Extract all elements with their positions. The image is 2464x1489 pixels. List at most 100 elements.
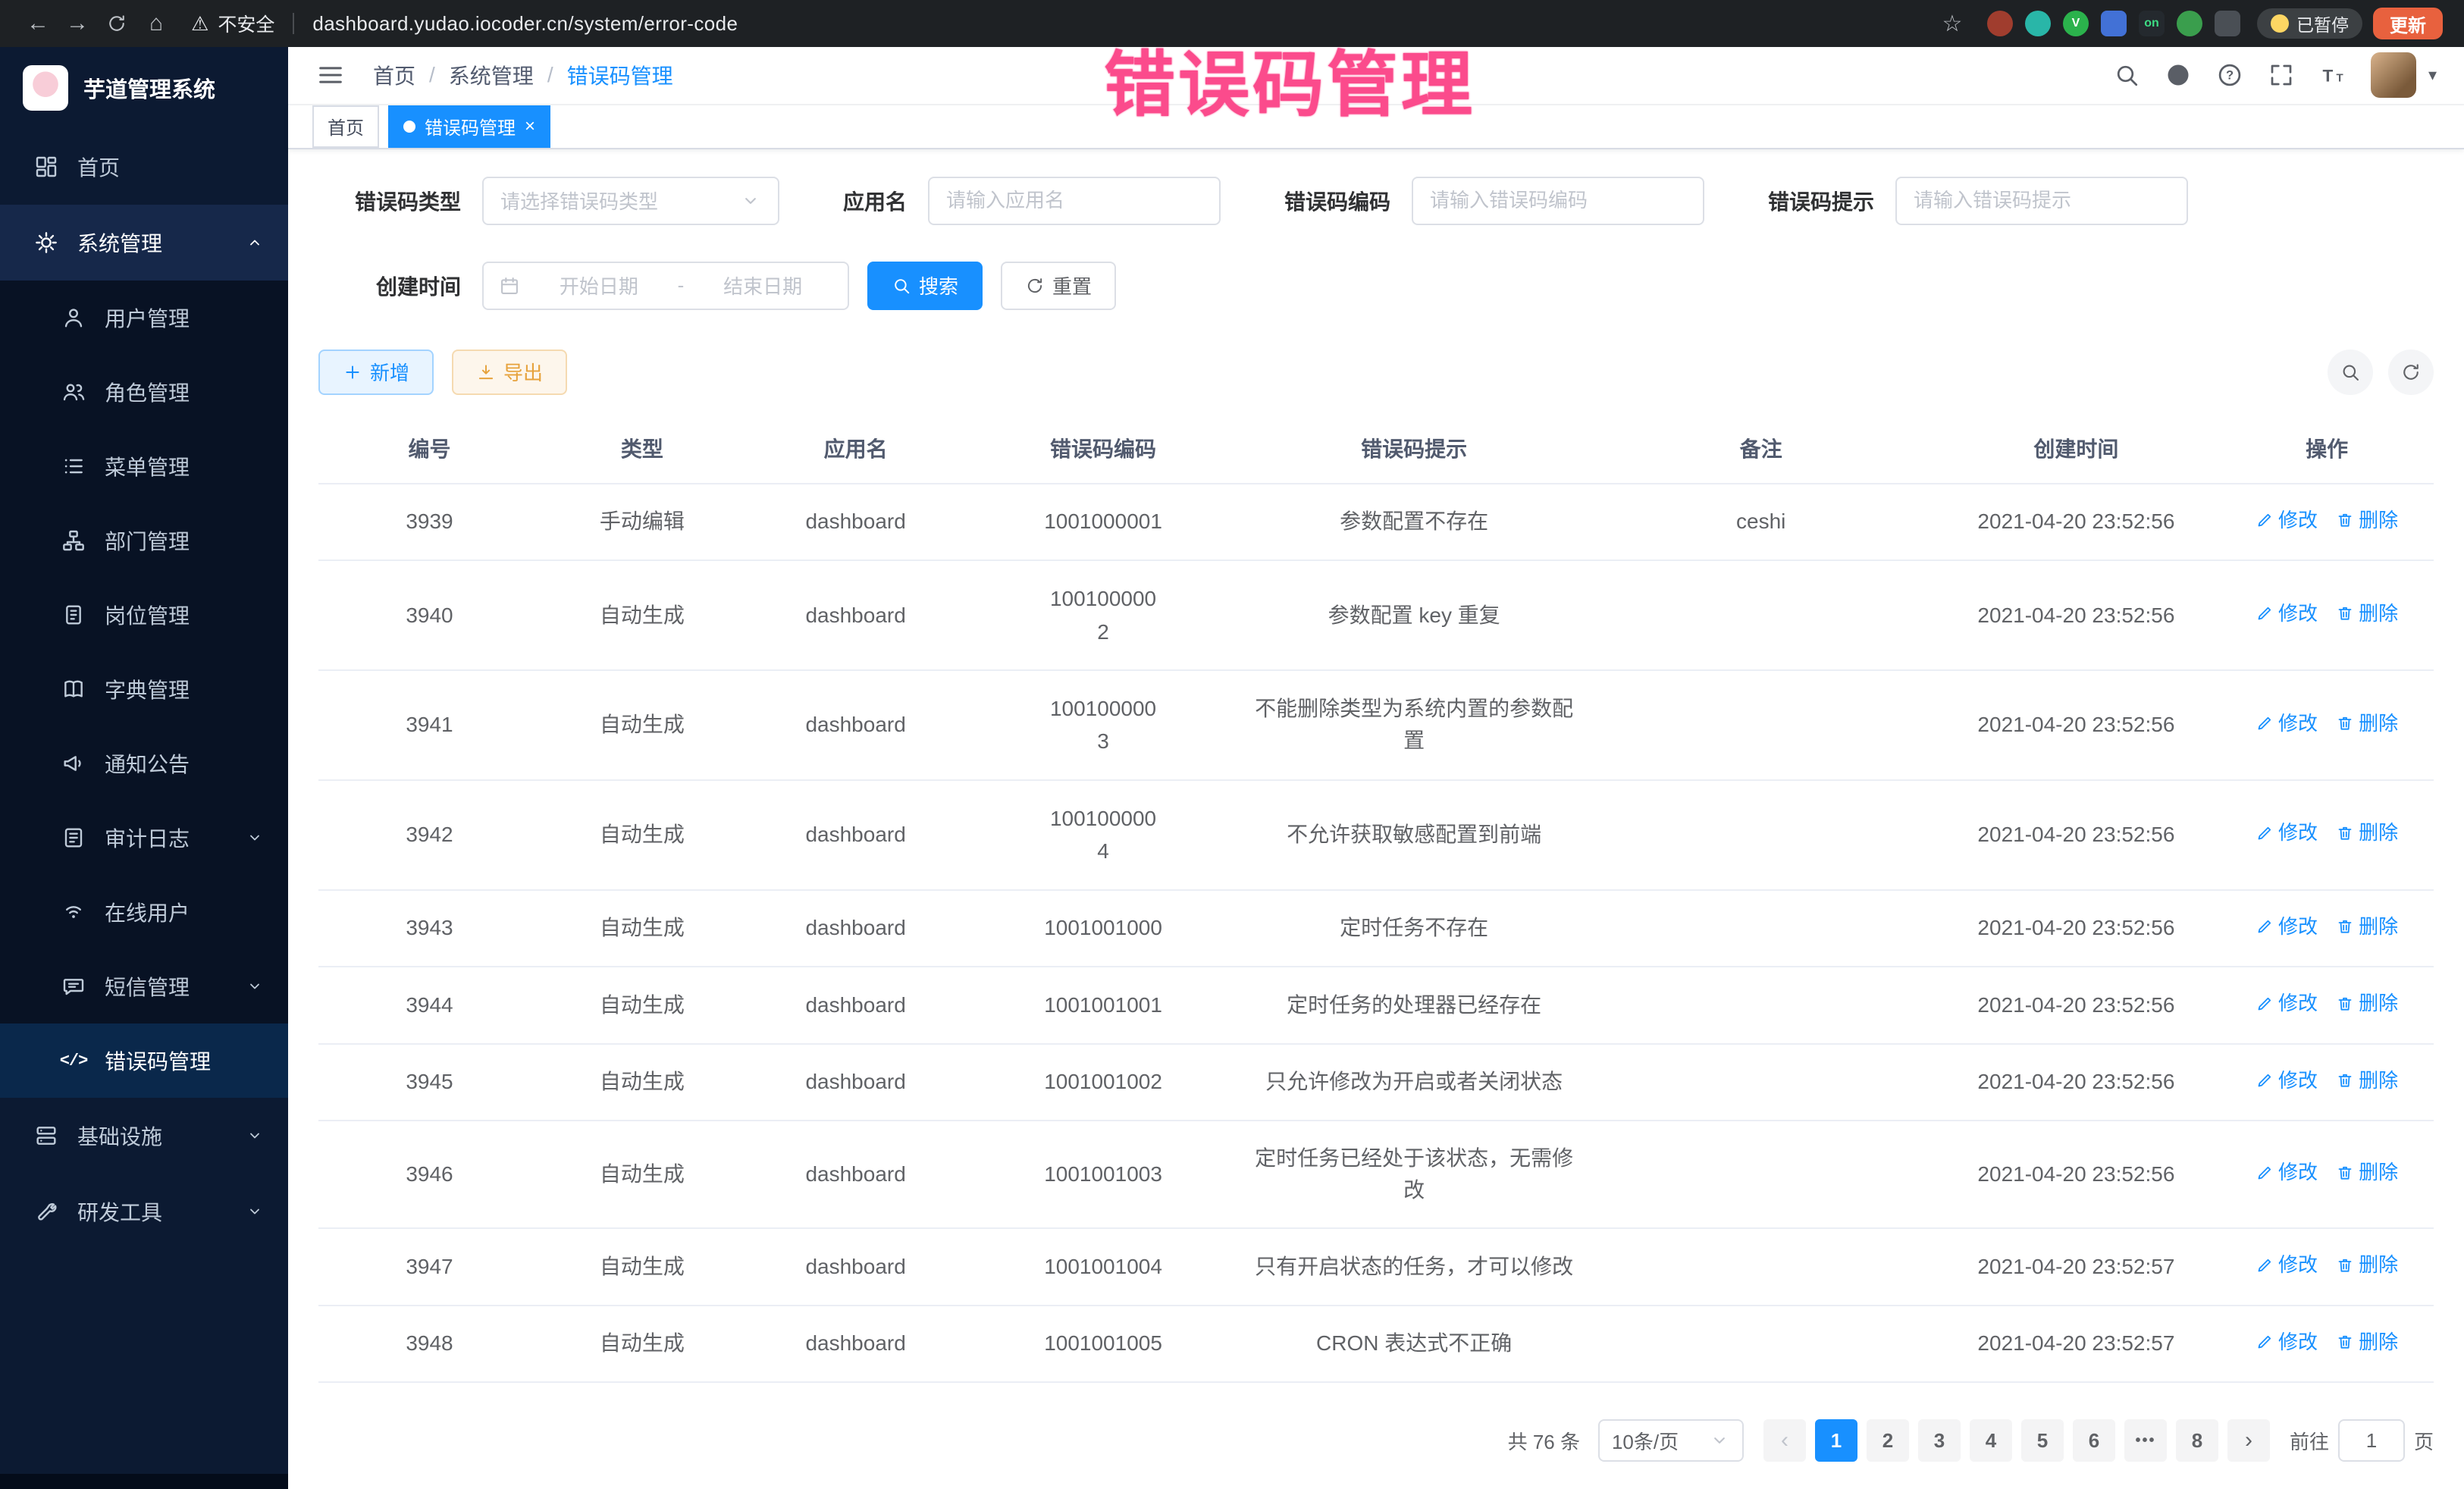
github-icon[interactable] (2165, 61, 2192, 89)
page-button[interactable]: 2 (1867, 1419, 1909, 1462)
sidebar-item[interactable]: 审计日志 (0, 801, 288, 875)
reset-button[interactable]: 重置 (1001, 262, 1116, 310)
cell-created-time: 2021-04-20 23:52:57 (1933, 1306, 2220, 1383)
page-size-select[interactable]: 10条/页 (1598, 1419, 1744, 1462)
goto-page-input[interactable] (2338, 1419, 2405, 1462)
tab-close-icon[interactable]: × (525, 116, 535, 137)
sidebar-item[interactable]: 研发工具 (0, 1174, 288, 1249)
sidebar-collapse-bar[interactable] (0, 1474, 288, 1489)
bookmark-star-icon[interactable]: ☆ (1933, 7, 1972, 40)
browser-chrome: ← → ⌂ ⚠ 不安全 dashboard.yudao.iocoder.cn/s… (0, 0, 2464, 47)
export-button[interactable]: 导出 (452, 350, 567, 395)
page-button[interactable]: 6 (2073, 1419, 2115, 1462)
breadcrumb-item[interactable]: 系统管理 (449, 60, 534, 90)
sidebar-item[interactable]: 字典管理 (0, 652, 288, 726)
home-icon[interactable]: ⌂ (136, 7, 176, 40)
red-extension-icon[interactable] (1987, 11, 2013, 36)
sidebar-item[interactable]: 基础设施 (0, 1098, 288, 1174)
security-label: 不安全 (218, 10, 274, 37)
edit-link[interactable]: 修改 (2256, 506, 2318, 535)
edit-link[interactable]: 修改 (2256, 818, 2318, 848)
edit-link[interactable]: 修改 (2256, 1328, 2318, 1357)
blue-extension-icon[interactable] (2101, 11, 2127, 36)
date-range-picker[interactable]: 开始日期 - 结束日期 (482, 262, 849, 310)
delete-link[interactable]: 删除 (2336, 1066, 2398, 1096)
delete-link[interactable]: 删除 (2336, 1328, 2398, 1357)
delete-link[interactable]: 删除 (2336, 709, 2398, 738)
edit-link[interactable]: 修改 (2256, 1158, 2318, 1187)
page-button[interactable]: 8 (2176, 1419, 2218, 1462)
leaf-extension-icon[interactable] (2177, 11, 2202, 36)
sidebar-item[interactable]: 短信管理 (0, 949, 288, 1023)
more-pages-button[interactable]: ••• (2124, 1419, 2167, 1462)
pin-extension-icon[interactable] (2215, 11, 2240, 36)
page-button[interactable]: 4 (1970, 1419, 2012, 1462)
cell-actions: 修改删除 (2220, 1044, 2434, 1121)
prev-page-button[interactable]: ‹ (1763, 1419, 1806, 1462)
delete-link[interactable]: 删除 (2336, 818, 2398, 848)
tab-item[interactable]: 错误码管理× (388, 105, 550, 148)
search-toggle-button[interactable] (2328, 350, 2373, 395)
delete-link[interactable]: 删除 (2336, 506, 2398, 535)
edit-link[interactable]: 修改 (2256, 1250, 2318, 1280)
delete-link[interactable]: 删除 (2336, 1250, 2398, 1280)
error-type-placeholder: 请选择错误码类型 (500, 187, 658, 215)
search-icon[interactable] (2113, 61, 2140, 89)
edit-link[interactable]: 修改 (2256, 912, 2318, 942)
tab-item[interactable]: 首页 (312, 105, 379, 148)
edit-link[interactable]: 修改 (2256, 1066, 2318, 1096)
sidebar-item[interactable]: 部门管理 (0, 503, 288, 578)
search-button[interactable]: 搜索 (867, 262, 983, 310)
sidebar-item[interactable]: 系统管理 (0, 205, 288, 281)
sidebar-item[interactable]: 岗位管理 (0, 578, 288, 652)
logo[interactable]: 芋道管理系统 (0, 47, 288, 129)
page-button[interactable]: 5 (2021, 1419, 2064, 1462)
sidebar-item[interactable]: </>错误码管理 (0, 1023, 288, 1098)
delete-link[interactable]: 删除 (2336, 599, 2398, 629)
reload-icon[interactable] (97, 7, 136, 40)
sidebar-item[interactable]: 在线用户 (0, 875, 288, 949)
back-icon[interactable]: ← (18, 7, 58, 40)
font-size-icon[interactable]: TT (2319, 61, 2346, 89)
paused-pill[interactable]: 已暂停 (2257, 8, 2362, 39)
delete-link[interactable]: 删除 (2336, 912, 2398, 942)
error-hint-input[interactable] (1895, 177, 2188, 225)
table-row: 3941自动生成dashboard1001000003不能删除类型为系统内置的参… (318, 670, 2434, 780)
url-bar[interactable]: dashboard.yudao.iocoder.cn/system/error-… (312, 12, 738, 36)
table-row: 3948自动生成dashboard1001001005CRON 表达式不正确20… (318, 1306, 2434, 1383)
caret-down-icon[interactable]: ▾ (2428, 65, 2437, 85)
sidebar-item[interactable]: 首页 (0, 129, 288, 205)
fullscreen-icon[interactable] (2268, 61, 2295, 89)
breadcrumb-item[interactable]: 首页 (373, 60, 415, 90)
edit-link[interactable]: 修改 (2256, 989, 2318, 1018)
edit-link[interactable]: 修改 (2256, 599, 2318, 629)
edit-link-label: 修改 (2278, 989, 2318, 1018)
cell-remark (1590, 1121, 1933, 1228)
app-name-input[interactable] (928, 177, 1221, 225)
user-avatar[interactable] (2371, 52, 2416, 98)
sidebar-item[interactable]: 角色管理 (0, 355, 288, 429)
table-body: 3939手动编辑dashboard1001000001参数配置不存在ceshi2… (318, 484, 2434, 1382)
sidebar-item[interactable]: 通知公告 (0, 726, 288, 801)
next-page-button[interactable]: › (2227, 1419, 2270, 1462)
page-button[interactable]: 3 (1918, 1419, 1961, 1462)
delete-link[interactable]: 删除 (2336, 1158, 2398, 1187)
refresh-button[interactable] (2388, 350, 2434, 395)
security-indicator[interactable]: ⚠ 不安全 (191, 10, 274, 37)
update-button[interactable]: 更新 (2373, 8, 2443, 39)
green-v-extension-icon[interactable]: V (2063, 11, 2089, 36)
error-code-input[interactable] (1412, 177, 1704, 225)
add-button[interactable]: 新增 (318, 350, 434, 395)
sidebar-item[interactable]: 用户管理 (0, 281, 288, 355)
edit-link[interactable]: 修改 (2256, 709, 2318, 738)
teal-extension-icon[interactable] (2025, 11, 2051, 36)
delete-link[interactable]: 删除 (2336, 989, 2398, 1018)
error-type-select[interactable]: 请选择错误码类型 (482, 177, 779, 225)
help-icon[interactable]: ? (2216, 61, 2243, 89)
page-button[interactable]: 1 (1815, 1419, 1857, 1462)
hamburger-icon[interactable] (315, 60, 346, 90)
pencil-icon (2256, 511, 2274, 529)
sidebar-item[interactable]: 菜单管理 (0, 429, 288, 503)
forward-icon[interactable]: → (58, 7, 97, 40)
dark-on-extension-icon[interactable]: on (2139, 11, 2165, 36)
